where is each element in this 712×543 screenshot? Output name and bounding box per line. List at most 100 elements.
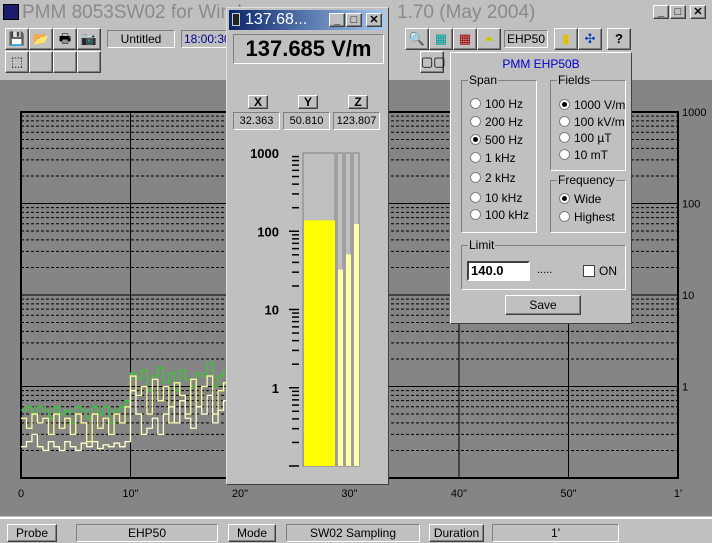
probe-close-button[interactable]: ✕ [366,13,382,27]
color-icon[interactable]: ✣ [578,28,602,50]
axis-z-label: Z [348,95,368,109]
radio-icon [559,149,570,160]
duration-status-value: 1' [492,524,619,542]
settings-panel: PMM EHP50B Span 100 Hz 200 Hz 500 Hz 1 kHz 2 … [450,52,632,324]
probe-maximize-button[interactable]: □ [346,13,362,27]
help-icon[interactable]: ? [607,28,631,50]
status-bar: Probe EHP50 Mode SW02 Sampling Duration … [0,517,712,543]
app-icon [3,4,19,20]
axis-y-value: 50.810 [283,112,330,130]
probe-icon [232,13,240,26]
span-option-label: 1 kHz [485,151,516,165]
x-tick-label: 1' [674,488,682,500]
x-tick-label: 40" [451,488,467,500]
window-title-right: 1.70 (May 2004) [397,2,536,23]
panel-title: PMM EHP50B [502,57,580,71]
fields-option-label: 1000 V/m [574,98,626,112]
duration-status-label: Duration [429,524,484,542]
dual-icon[interactable]: ▢▢ [420,51,446,73]
span-option[interactable]: 100 Hz [470,97,523,111]
frequency-option[interactable]: Wide [559,192,601,206]
span-option[interactable]: 100 kHz [470,208,529,222]
span-option-label: 100 kHz [485,208,530,222]
mode-status-label: Mode [228,524,276,542]
camera-icon[interactable]: 📷 [77,28,101,50]
grid-icon[interactable]: ▦ [429,28,453,50]
level-bar-graph: 1000 100 10 1 [250,146,360,467]
fields-option-label: 100 kV/m [574,115,625,129]
y-tick-label: 1000 [682,107,706,119]
save-button[interactable]: Save [505,295,581,315]
radio-icon [470,134,481,145]
fields-option-label: 10 mT [574,148,609,162]
y-tick-label: 1 [682,382,688,394]
scale-label: 10 [265,303,279,318]
limit-group: Limit 140.0 ..... ON [461,238,626,290]
radio-icon [559,116,570,127]
span-option[interactable]: 200 Hz [470,115,523,129]
axis-z-level-bar [354,223,359,466]
fields-option[interactable]: 1000 V/m [559,98,625,112]
axis-y-level-bar [346,254,351,466]
span-option[interactable]: 1 kHz [470,151,516,165]
empty-tool-button[interactable] [53,51,77,73]
bar-icon[interactable]: ▮ [554,28,578,50]
radio-icon [559,99,570,110]
mode-status-value: SW02 Sampling [286,524,420,542]
fields-option[interactable]: 100 µT [559,131,612,145]
span-option[interactable]: 10 kHz [470,191,522,205]
radio-icon [470,192,481,203]
limit-on-checkbox[interactable] [583,265,595,277]
span-option-label: 200 Hz [485,115,524,129]
close-button[interactable]: ✕ [690,5,706,19]
window-title-left: PMM 8053SW02 for Wind [22,2,242,23]
frequency-option-label: Wide [574,192,602,206]
radio-icon [470,116,481,127]
limit-input[interactable]: 140.0 [467,261,530,281]
axis-z-value: 123.807 [333,112,380,130]
print-icon[interactable]: 🖶 [53,28,77,50]
probe-icon[interactable]: ⬚ [5,51,29,73]
save-icon[interactable]: 💾 [5,28,29,50]
spectrum-icon[interactable]: ⏶ [477,28,501,50]
frequency-label: Frequency [557,173,616,187]
span-label: Span [468,73,499,87]
fields-label: Fields [557,73,592,87]
empty-tool-button[interactable] [29,51,53,73]
empty-tool-button[interactable] [77,51,101,73]
probe-type-field: EHP50 [504,30,548,48]
frequency-option[interactable]: Highest [559,210,615,224]
axis-x-label: X [248,95,268,109]
span-option-label: 500 Hz [485,133,524,147]
scale-label: 1 [272,381,279,396]
minimize-button[interactable]: _ [653,5,669,19]
x-tick-label: 0 [18,488,24,500]
span-group: Span 100 Hz 200 Hz 500 Hz 1 kHz 2 kHz 10 kHz 10… [461,73,537,233]
probe-window-title-bar: 137.68... _ □ ✕ [229,10,386,30]
maximize-button[interactable]: □ [670,5,686,19]
probe-minimize-button[interactable]: _ [329,13,345,27]
open-icon[interactable]: 📂 [29,28,53,50]
axis-x-level-bar [338,269,343,466]
radio-icon [559,193,570,204]
scale-label: 100 [257,224,279,239]
span-option[interactable]: 500 Hz [470,133,523,147]
fields-option[interactable]: 10 mT [559,148,608,162]
limit-label: Limit [468,238,496,252]
zoom-icon[interactable]: 🔍 [405,28,429,50]
grid-print-icon[interactable]: ▦ [453,28,477,50]
radio-icon [470,98,481,109]
file-name-field: Untitled [107,30,175,48]
x-tick-label: 50" [560,488,576,500]
frequency-option-label: Highest [574,210,615,224]
fields-option[interactable]: 100 kV/m [559,115,625,129]
y-tick-label: 10 [682,290,694,302]
axis-y-label: Y [298,95,318,109]
frequency-group: Frequency Wide Highest [550,173,626,233]
span-option[interactable]: 2 kHz [470,171,516,185]
total-level-bar [304,220,335,466]
span-option-label: 10 kHz [485,191,523,205]
radio-icon [470,172,481,183]
span-option-label: 2 kHz [485,171,516,185]
probe-window[interactable]: 137.68... _ □ ✕ 137.685 V/m X 32.363 Y 50… [226,7,389,485]
